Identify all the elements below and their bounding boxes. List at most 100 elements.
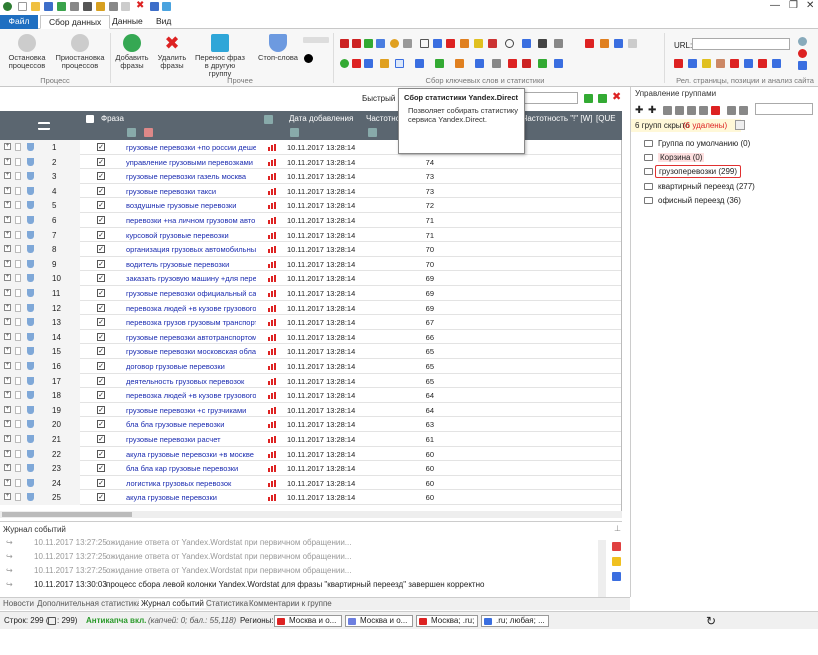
user-icon[interactable] [614,39,623,48]
expand-icon[interactable]: + [4,172,11,180]
bar-chart-icon[interactable] [446,39,455,48]
row-phrase[interactable]: деятельность грузовых перевозок [126,377,256,386]
header-phrase[interactable]: Фраза [101,114,124,123]
wordstat-bar-icon[interactable] [268,231,276,239]
expand-icon[interactable]: + [4,259,11,267]
row-checkbox[interactable]: ✓ [97,157,105,166]
expand-icon[interactable]: + [4,318,11,326]
table-row[interactable]: +11 ✓ грузовые перевозки официальный сайт 1… [0,286,621,301]
expand-icon[interactable]: + [4,143,11,150]
row-checkbox[interactable]: ✓ [97,391,105,400]
row-checkbox[interactable]: ✓ [97,245,105,254]
row-checkbox[interactable]: ✓ [97,186,105,195]
wordstat-bar-icon[interactable] [268,494,276,502]
row-checkbox[interactable]: ✓ [97,464,105,473]
tab-view[interactable]: Вид [148,15,179,29]
wordstat-bar-icon[interactable] [268,436,276,443]
expand-icon[interactable]: + [4,405,11,413]
wordstat-bar-icon[interactable] [268,290,276,297]
group-item-default[interactable]: Группа по умолчанию (0) [658,139,750,148]
table-row[interactable]: +19 ✓ грузовые перевозки +с грузчиками 10.1… [0,402,621,418]
wordstat-bar-icon[interactable] [268,421,276,429]
export-icon[interactable] [57,2,66,11]
row-checkbox[interactable]: ✓ [97,332,105,341]
group-search-input[interactable] [755,103,813,115]
wordstat-bar-icon[interactable] [268,450,276,458]
table-row[interactable]: +2 ✓ управление грузовыми перевозками 10.11… [0,154,621,170]
wordstat-bar-icon[interactable] [268,275,276,283]
row-checkbox[interactable]: ✓ [97,405,105,414]
close-project-icon[interactable]: ✖ [136,1,145,11]
wordstat-bar-icon[interactable] [268,465,276,473]
header-que[interactable]: [QUE [596,114,616,123]
window-icon[interactable] [150,2,159,11]
wordstat-left-icon[interactable] [340,39,349,48]
add-subgroup-icon[interactable]: ✚ [648,105,656,116]
wordstat-bar-icon[interactable] [268,217,276,224]
y-icon[interactable] [730,59,739,68]
table-row[interactable]: +5 ✓ воздушные грузовые перевозки 10.11.201… [0,198,621,213]
expand-icon[interactable]: + [4,157,11,165]
image-icon[interactable] [403,39,412,48]
group-tool-4-icon[interactable] [699,106,708,115]
phrase-filter-icon[interactable] [127,128,136,137]
delete-phrases-button[interactable]: ✖ Удалить фразы [152,34,192,70]
header-date[interactable]: Дата добавления [289,114,353,123]
tab-file[interactable]: Файл [0,15,38,29]
row-phrase[interactable]: заказать грузовую машину +для перевозки [126,274,256,283]
row-phrase[interactable]: организация грузовых автомобильных [126,245,256,254]
row-phrase[interactable]: грузовые перевозки расчет [126,435,256,444]
expand-icon[interactable]: + [4,230,11,238]
table-row[interactable]: +1 ✓ грузовые перевозки +по россии дешево 1… [0,140,621,155]
row-phrase[interactable]: грузовые перевозки официальный сайт [126,289,256,298]
row-checkbox[interactable]: ✓ [97,216,105,224]
yandex-direct-button[interactable] [395,59,404,68]
refresh-icon[interactable] [340,59,349,68]
bulb-icon[interactable] [798,37,807,46]
row-checkbox[interactable]: ✓ [97,478,105,487]
row-phrase[interactable]: логистика грузовых перевозок [126,479,256,488]
row-phrase[interactable]: управление грузовыми перевозками [126,158,256,167]
wordstat-bar-icon[interactable] [268,187,276,195]
metrics-icon[interactable] [460,39,469,48]
row-checkbox[interactable]: ✓ [97,303,105,312]
graph-icon[interactable] [488,39,497,48]
row-checkbox[interactable]: ✓ [97,230,105,239]
table-row[interactable]: +20 ✓ бла бла грузовые перевозки 10.11.2017… [0,417,621,432]
tab-extra-stats[interactable]: Дополнительная статистика [37,599,141,608]
analytics-icon[interactable] [390,39,399,48]
red-circle-icon[interactable] [798,49,807,58]
date-filter-icon[interactable] [290,128,299,137]
g2-icon[interactable] [772,59,781,68]
row-checkbox[interactable]: ✓ [97,201,105,210]
freq-filter-icon[interactable] [368,128,377,137]
url-input[interactable] [692,38,790,50]
tab-stats[interactable]: Статистика [206,599,248,608]
table-row[interactable]: +13 ✓ перевозка грузов грузовым транспорто… [0,315,621,330]
group-tool-3-icon[interactable] [687,106,696,115]
group-tool-6-icon[interactable] [739,106,748,115]
group-item-office[interactable]: офисный переезд (36) [658,196,741,205]
expand-icon[interactable]: + [4,216,11,223]
g-stats-icon[interactable] [415,59,424,68]
pin-icon[interactable]: ⊥ [614,524,621,533]
group-item-freight[interactable]: грузоперевозки (299) [655,165,742,178]
wordstat-right-icon[interactable] [352,39,361,48]
m-icon[interactable] [522,59,531,68]
yandex-icon[interactable] [352,59,361,68]
expand-icon[interactable]: + [4,391,11,399]
g-icon[interactable] [364,59,373,68]
phrase-clear-icon[interactable] [144,128,153,137]
pause-process-button[interactable]: Приостановка процессов [55,34,105,70]
header-freq-quoted[interactable]: Частотность "!" [W] [522,114,592,123]
row-phrase[interactable]: грузовые перевозки +с грузчиками [126,406,256,415]
log-scrollbar[interactable] [598,540,606,598]
tab-data-collection[interactable]: Сбор данных [40,15,111,29]
minimize-icon[interactable]: — [770,0,780,11]
red-square-icon[interactable] [508,59,517,68]
show-hidden-button[interactable] [735,120,745,130]
group-item-trash[interactable]: Корзина (0) [658,153,705,162]
table-row[interactable]: +14 ✓ грузовые перевозки автотранспортом 10… [0,329,621,345]
wordstat-bar-icon[interactable] [268,392,276,400]
green-icon[interactable] [538,59,547,68]
